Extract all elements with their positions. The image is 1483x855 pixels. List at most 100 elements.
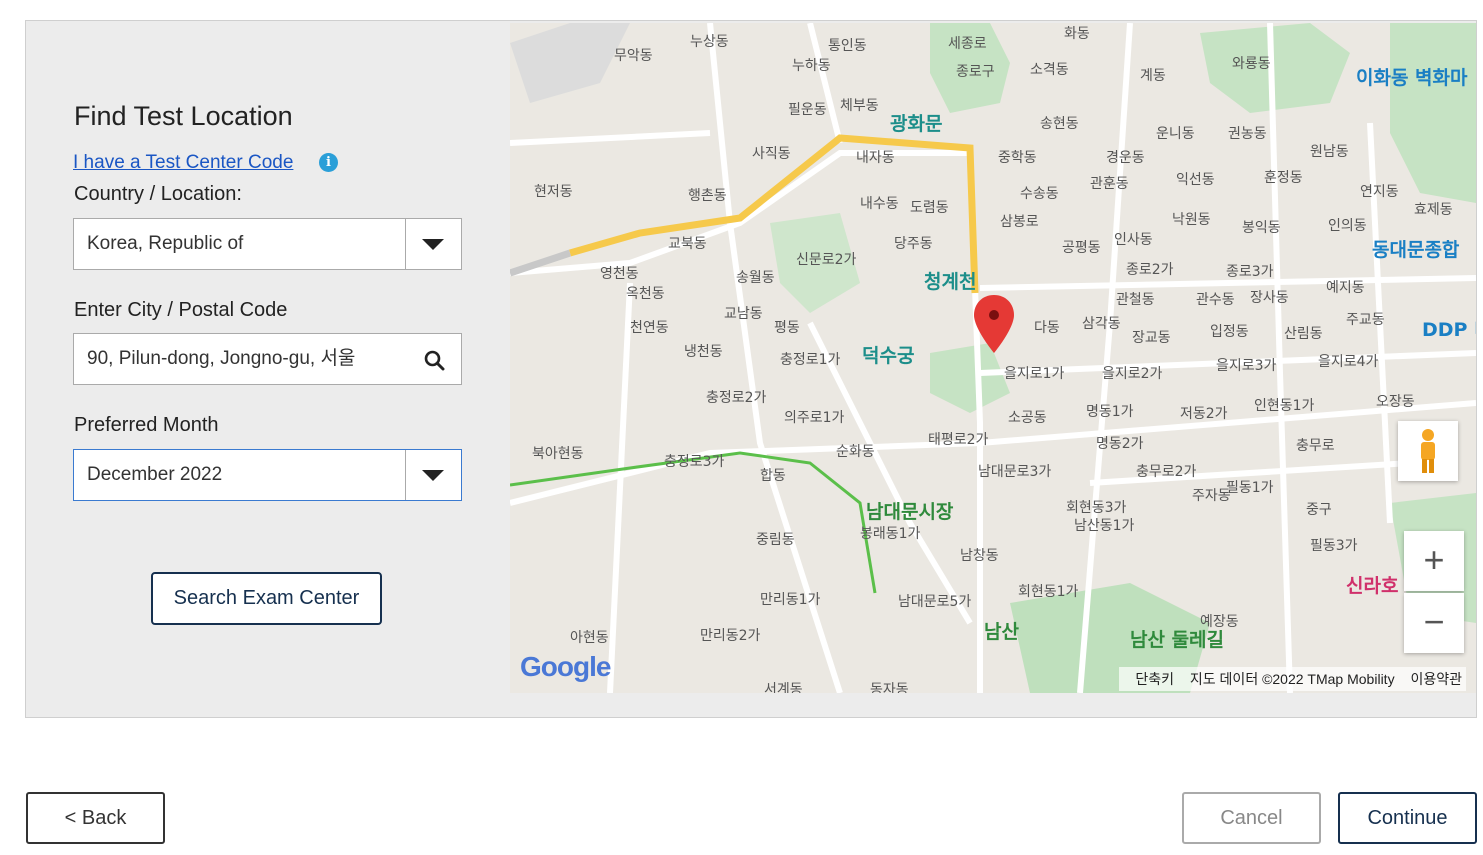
cancel-button[interactable]: Cancel <box>1182 792 1321 844</box>
map-label: 낙원동 <box>1172 212 1211 228</box>
zoom-in-button[interactable]: + <box>1404 531 1464 591</box>
map-label: 태평로2가 <box>928 432 989 448</box>
map-label: 남산 <box>984 621 1019 643</box>
map-label: 원남동 <box>1310 144 1349 160</box>
map-label: 합동 <box>760 468 786 484</box>
map-label: 관수동 <box>1196 292 1235 308</box>
map-label: 관훈동 <box>1090 176 1129 192</box>
map-label: 화동 <box>1064 26 1090 42</box>
month-dropdown-button[interactable] <box>405 450 461 500</box>
map-label: 산림동 <box>1284 326 1323 342</box>
map-label: 누상동 <box>690 34 729 50</box>
map-label: 평동 <box>774 320 800 336</box>
map-label: 송월동 <box>736 270 775 286</box>
map-label: 만리동1가 <box>760 592 821 608</box>
map-label: 남창동 <box>960 548 999 564</box>
google-logo: Google <box>520 651 611 682</box>
continue-button[interactable]: Continue <box>1338 792 1477 844</box>
map-label: 종로3가 <box>1226 264 1274 280</box>
city-input[interactable]: 90, Pilun-dong, Jongno-gu, 서울 <box>73 333 462 385</box>
test-center-code-link[interactable]: I have a Test Center Code <box>73 152 293 174</box>
street-view-pegman[interactable] <box>1398 421 1458 481</box>
map-label: 이화동 벽화마 <box>1356 67 1468 89</box>
map-label: 예지동 <box>1326 280 1365 296</box>
map-label: 세종로 <box>948 36 987 52</box>
map-label: 충무로 <box>1296 438 1335 454</box>
map-label: 동대문종합 <box>1372 239 1460 261</box>
month-select[interactable]: December 2022 <box>73 449 462 501</box>
map-label: 당주동 <box>894 236 933 252</box>
map-label: 관철동 <box>1116 292 1155 308</box>
map-label: 내수동 <box>860 196 899 212</box>
map-label: 종로구 <box>956 64 995 80</box>
map-label: 인의동 <box>1328 218 1367 234</box>
page-title: Find Test Location <box>74 101 293 131</box>
map-label: 입정동 <box>1210 324 1249 340</box>
map-label: 을지로2가 <box>1102 366 1163 382</box>
country-value: Korea, Republic of <box>87 233 244 254</box>
map-label: 명동1가 <box>1086 404 1134 420</box>
country-select[interactable]: Korea, Republic of <box>73 218 462 270</box>
map-label: 천연동 <box>630 320 669 336</box>
map-label: 충정로2가 <box>706 390 767 406</box>
map-label: 다동 <box>1034 320 1060 336</box>
map-label: 주교동 <box>1346 312 1385 328</box>
keyboard-shortcuts-link[interactable]: 단축키 <box>1135 671 1174 687</box>
map-label: 행촌동 <box>688 188 727 204</box>
search-icon[interactable] <box>424 350 445 371</box>
map-label: 경운동 <box>1106 150 1145 166</box>
city-value: 90, Pilun-dong, Jongno-gu, 서울 <box>87 348 356 369</box>
map-label: 계동 <box>1140 68 1166 84</box>
map-label: 중구 <box>1306 502 1332 518</box>
map-label: 주자동 <box>1192 488 1231 504</box>
map-label: 연지동 <box>1360 184 1399 200</box>
zoom-out-button[interactable]: − <box>1404 593 1464 653</box>
country-dropdown-button[interactable] <box>405 219 461 269</box>
map-label: 충정로3가 <box>664 454 725 470</box>
map-label: 봉익동 <box>1242 220 1281 236</box>
info-icon[interactable]: i <box>319 153 338 172</box>
map-label: 만리동2가 <box>700 628 761 644</box>
month-value: December 2022 <box>87 464 223 485</box>
map-label: 북아현동 <box>532 446 584 462</box>
map-label: 현저동 <box>534 184 573 200</box>
map-data-text: 지도 데이터 ©2022 TMap Mobility <box>1189 671 1395 687</box>
map-label: 충정로1가 <box>780 352 841 368</box>
map-label: 체부동 <box>840 98 879 114</box>
map-label: 회현동3가 <box>1066 500 1127 516</box>
chevron-down-icon <box>422 239 444 250</box>
map-label: 충무로2가 <box>1136 464 1197 480</box>
map-label: 소격동 <box>1030 62 1069 78</box>
map-label: 사직동 <box>752 146 791 162</box>
map-label: 통인동 <box>828 38 867 54</box>
map-label: 필운동 <box>788 102 827 118</box>
map-label: 남산동1가 <box>1074 518 1135 534</box>
map-label: 을지로3가 <box>1216 358 1277 374</box>
map-label: 청계천 <box>924 271 977 293</box>
map-label: 삼각동 <box>1082 316 1121 332</box>
map-view[interactable]: 누상동 통인동 세종로 화동 무악동 누하동 종로구 소격동 계동 와룡동 이화… <box>510 23 1476 693</box>
month-label: Preferred Month <box>74 414 219 436</box>
back-button[interactable]: < Back <box>26 792 165 844</box>
map-label: 오장동 <box>1376 394 1415 410</box>
map-label: 교남동 <box>724 306 763 322</box>
map-label: 중림동 <box>756 532 795 548</box>
map-label: 중학동 <box>998 150 1037 166</box>
map-label: 익선동 <box>1176 172 1215 188</box>
search-exam-center-button[interactable]: Search Exam Center <box>151 572 382 625</box>
map-label: 훈정동 <box>1264 170 1303 186</box>
map-label: 종로2가 <box>1126 262 1174 278</box>
map-label: 공평동 <box>1062 240 1101 256</box>
country-label: Country / Location: <box>74 183 242 205</box>
map-label: 신문로2가 <box>796 252 857 268</box>
map-label: 삼봉로 <box>1000 214 1039 230</box>
map-label: 효제동 <box>1414 202 1453 218</box>
map-label: 저동2가 <box>1180 406 1228 422</box>
map-label: 의주로1가 <box>784 410 845 426</box>
terms-link[interactable]: 이용약관 <box>1410 671 1462 687</box>
map-label: 교북동 <box>668 236 707 252</box>
map-label: 수송동 <box>1020 186 1059 202</box>
map-label: 무악동 <box>614 48 653 64</box>
map-label: 내자동 <box>856 150 895 166</box>
map-label: 동자동 <box>870 682 909 693</box>
